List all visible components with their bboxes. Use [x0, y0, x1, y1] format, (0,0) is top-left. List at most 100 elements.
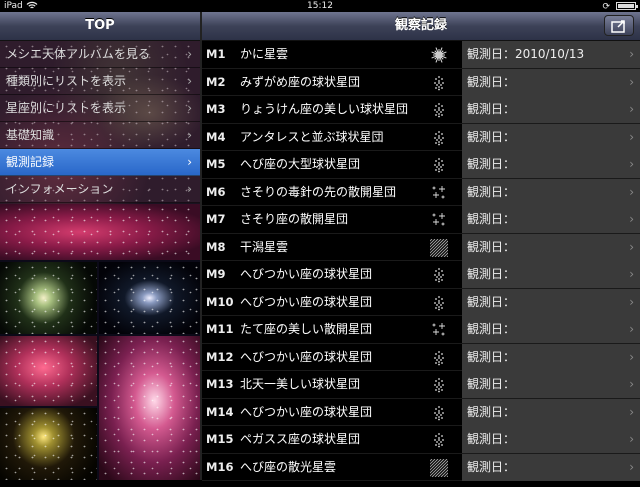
chevron-right-icon: › — [629, 459, 634, 474]
object-name: 北天一美しい球状星団 — [240, 377, 361, 391]
globular-cluster-icon — [430, 349, 448, 367]
observation-date-label: 観測日： — [467, 267, 516, 281]
globular-cluster-icon — [430, 156, 448, 174]
globular-cluster-icon — [430, 376, 448, 394]
messier-id: M2 — [206, 74, 226, 89]
observation-row[interactable]: M13 北天一美しい球状星団 観測日： › — [202, 371, 640, 399]
object-name: へびつかい座の球状星団 — [240, 294, 373, 309]
chevron-right-icon: › — [187, 74, 192, 88]
star-cluster-thumbnail — [0, 408, 97, 480]
observation-date-cell[interactable]: 観測日： › — [462, 453, 640, 481]
star-forming-nebula-thumbnail — [99, 336, 200, 480]
menu-item[interactable]: 観測記録 › — [0, 149, 200, 176]
menu-item[interactable]: 基礎知識 › — [0, 122, 200, 149]
observation-date-cell[interactable]: 観測日： › — [462, 371, 640, 398]
object-name: へび座の大型球状星団 — [240, 157, 361, 171]
messier-id: M16 — [206, 459, 234, 474]
chevron-right-icon: › — [629, 47, 634, 61]
menu-item-label: 観測記録 — [6, 155, 55, 169]
object-name: へび座の散光星雲 — [240, 459, 337, 474]
observation-date-label: 観測日： — [467, 322, 516, 336]
observation-row[interactable]: M1 かに星雲 観測日：2010/10/13 › — [202, 41, 640, 69]
messier-id: M5 — [206, 157, 226, 171]
export-icon — [611, 20, 625, 33]
chevron-right-icon: › — [629, 377, 634, 391]
status-bar: iPad 15:12 ⟳ — [0, 0, 640, 12]
observation-date-cell[interactable]: 観測日： › — [462, 151, 640, 178]
globular-cluster-icon — [430, 74, 448, 92]
left-nav-title: TOP — [85, 18, 115, 33]
observation-date-label: 観測日： — [467, 129, 516, 144]
chevron-right-icon: › — [187, 101, 192, 115]
observation-row[interactable]: M9 へびつかい座の球状星団 観測日： › — [202, 261, 640, 289]
action-button[interactable] — [604, 15, 634, 36]
observation-date-cell[interactable]: 観測日： › — [462, 96, 640, 123]
status-time: 15:12 — [307, 1, 333, 11]
open-cluster-icon — [430, 211, 448, 229]
menu-item-label: インフォメーション — [6, 182, 114, 196]
object-name: かに星雲 — [240, 47, 289, 61]
chevron-right-icon: › — [187, 128, 192, 142]
chevron-right-icon: › — [629, 349, 634, 364]
observation-list: M1 かに星雲 観測日：2010/10/13 › M2 みずがめ座の球状星団 観測日： › M3… — [202, 41, 640, 481]
observation-date-cell[interactable]: 観測日：2010/10/13 › — [462, 41, 640, 68]
chevron-right-icon: › — [629, 404, 634, 419]
observation-date-cell[interactable]: 観測日： › — [462, 316, 640, 343]
observation-date-label: 観測日： — [467, 377, 516, 391]
observation-row[interactable]: M4 アンタレスと並ぶ球状星団 観測日： › — [202, 123, 640, 151]
observation-date-cell[interactable]: 観測日： › — [462, 178, 640, 206]
messier-id: M9 — [206, 267, 226, 281]
open-cluster-icon — [430, 184, 448, 202]
chevron-right-icon: › — [187, 182, 192, 196]
menu-item[interactable]: 星座別にリストを表示 › — [0, 95, 200, 122]
observation-row[interactable]: M10 へびつかい座の球状星団 観測日： › — [202, 288, 640, 316]
observation-row[interactable]: M15 ペガスス座の球状星団 観測日： › — [202, 426, 640, 454]
object-name: 干潟星雲 — [240, 239, 289, 254]
observation-row[interactable]: M11 たて座の美しい散開星団 観測日： › — [202, 316, 640, 344]
nebula-thumbnail — [0, 204, 200, 260]
globular-cluster-icon — [430, 266, 448, 284]
messier-id: M13 — [206, 377, 234, 391]
right-pane: 観察記録 M1 かに星雲 観測日：2010/10/13 › M2 みずがめ座の球状星団 観測… — [202, 12, 640, 481]
globular-cluster-thumbnail — [0, 262, 97, 334]
messier-id: M6 — [206, 184, 226, 199]
observation-date-cell[interactable]: 観測日： › — [462, 123, 640, 151]
menu-item-label: 基礎知識 — [6, 128, 55, 142]
observation-row[interactable]: M5 へび座の大型球状星団 観測日： › — [202, 151, 640, 179]
observation-date-cell[interactable]: 観測日： › — [462, 261, 640, 288]
observation-row[interactable]: M16 へび座の散光星雲 観測日： › — [202, 453, 640, 481]
observation-row[interactable]: M8 干潟星雲 観測日： › — [202, 233, 640, 261]
chevron-right-icon: › — [629, 184, 634, 199]
observation-date-cell[interactable]: 観測日： › — [462, 398, 640, 426]
menu-item[interactable]: 種類別にリストを表示 › — [0, 68, 200, 95]
observation-date-cell[interactable]: 観測日： › — [462, 233, 640, 261]
object-name: へびつかい座の球状星団 — [240, 267, 373, 281]
observation-date-cell[interactable]: 観測日： › — [462, 206, 640, 233]
observation-row[interactable]: M7 さそり座の散開星団 観測日： › — [202, 206, 640, 234]
observation-row[interactable]: M6 さそりの毒針の先の散開星団 観測日： › — [202, 178, 640, 206]
observation-date-label: 観測日： — [467, 294, 516, 309]
object-name: たて座の美しい散開星団 — [240, 322, 373, 336]
observation-date-cell[interactable]: 観測日： › — [462, 343, 640, 371]
supernova-remnant-icon — [430, 46, 448, 64]
thumbnail-collage — [0, 204, 200, 480]
observation-row[interactable]: M14 へびつかい座の球状星団 観測日： › — [202, 398, 640, 426]
menu-item[interactable]: インフォメーション › — [0, 176, 200, 203]
left-navigation-bar: TOP — [0, 12, 200, 41]
observation-date-label: 観測日： — [467, 184, 516, 199]
observation-date-label: 観測日： — [467, 212, 516, 226]
chevron-right-icon: › — [629, 129, 634, 144]
observation-date-cell[interactable]: 観測日： › — [462, 68, 640, 96]
observation-row[interactable]: M12 へびつかい座の球状星団 観測日： › — [202, 343, 640, 371]
menu-item[interactable]: メシエ天体アルバムを見る › — [0, 41, 200, 68]
nebula-icon — [413, 238, 466, 257]
observation-date-cell[interactable]: 観測日： › — [462, 288, 640, 316]
right-navigation-bar: 観察記録 — [202, 12, 640, 41]
object-name: へびつかい座の球状星団 — [240, 404, 373, 419]
observation-row[interactable]: M3 りょうけん座の美しい球状星団 観測日： › — [202, 96, 640, 124]
object-name: さそりの毒針の先の散開星団 — [240, 184, 397, 199]
observation-date-cell[interactable]: 観測日： › — [462, 426, 640, 453]
menu-item-label: 星座別にリストを表示 — [6, 101, 127, 115]
messier-id: M7 — [206, 212, 226, 226]
observation-row[interactable]: M2 みずがめ座の球状星団 観測日： › — [202, 68, 640, 96]
